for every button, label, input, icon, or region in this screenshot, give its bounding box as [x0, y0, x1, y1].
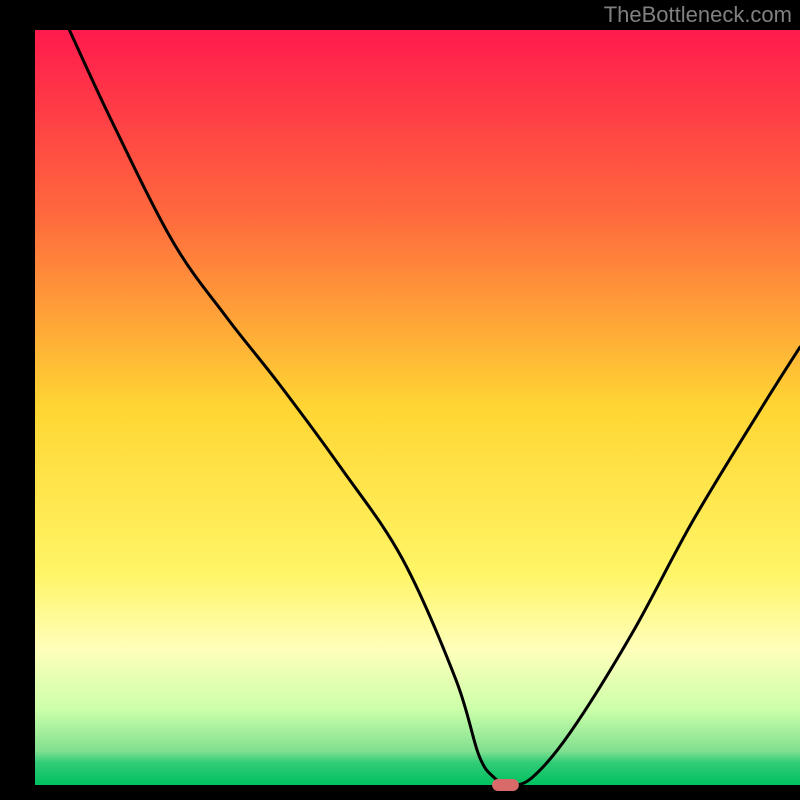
- watermark-text: TheBottleneck.com: [604, 2, 792, 28]
- optimal-marker: [492, 779, 519, 791]
- chart-container: TheBottleneck.com: [0, 0, 800, 800]
- bottleneck-chart: [0, 0, 800, 800]
- plot-background: [35, 30, 800, 785]
